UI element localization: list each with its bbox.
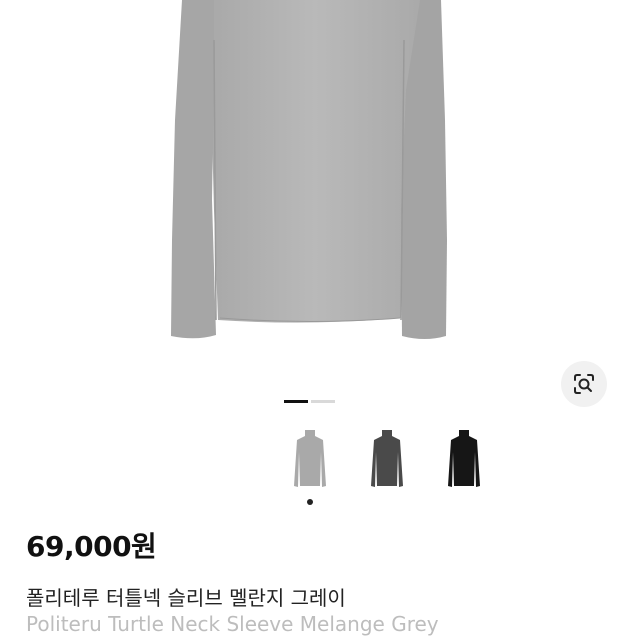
color-swatch-melange-grey[interactable] xyxy=(285,424,335,505)
pager-segment-1[interactable] xyxy=(284,400,308,403)
product-title-english: Politeru Turtle Neck Sleeve Melange Grey xyxy=(26,612,439,636)
charcoal-sweater-thumbnail xyxy=(371,430,403,487)
grey-sweater-thumbnail xyxy=(294,430,326,487)
product-title: 폴리테루 터틀넥 슬리브 멜란지 그레이 xyxy=(26,586,346,610)
product-hero-image[interactable] xyxy=(0,0,620,360)
camera-lens-search-icon xyxy=(574,374,594,394)
lens-search-button[interactable] xyxy=(561,361,607,407)
image-pager xyxy=(284,400,335,403)
black-sweater-thumbnail xyxy=(448,430,480,487)
color-swatch-black[interactable] xyxy=(439,424,489,494)
pager-segment-2[interactable] xyxy=(311,400,335,403)
color-swatches xyxy=(0,424,620,514)
product-price: 69,000원 xyxy=(26,530,157,563)
color-swatch-charcoal[interactable] xyxy=(362,424,412,494)
sweater-image xyxy=(171,0,447,339)
selected-indicator-dot xyxy=(307,499,313,505)
